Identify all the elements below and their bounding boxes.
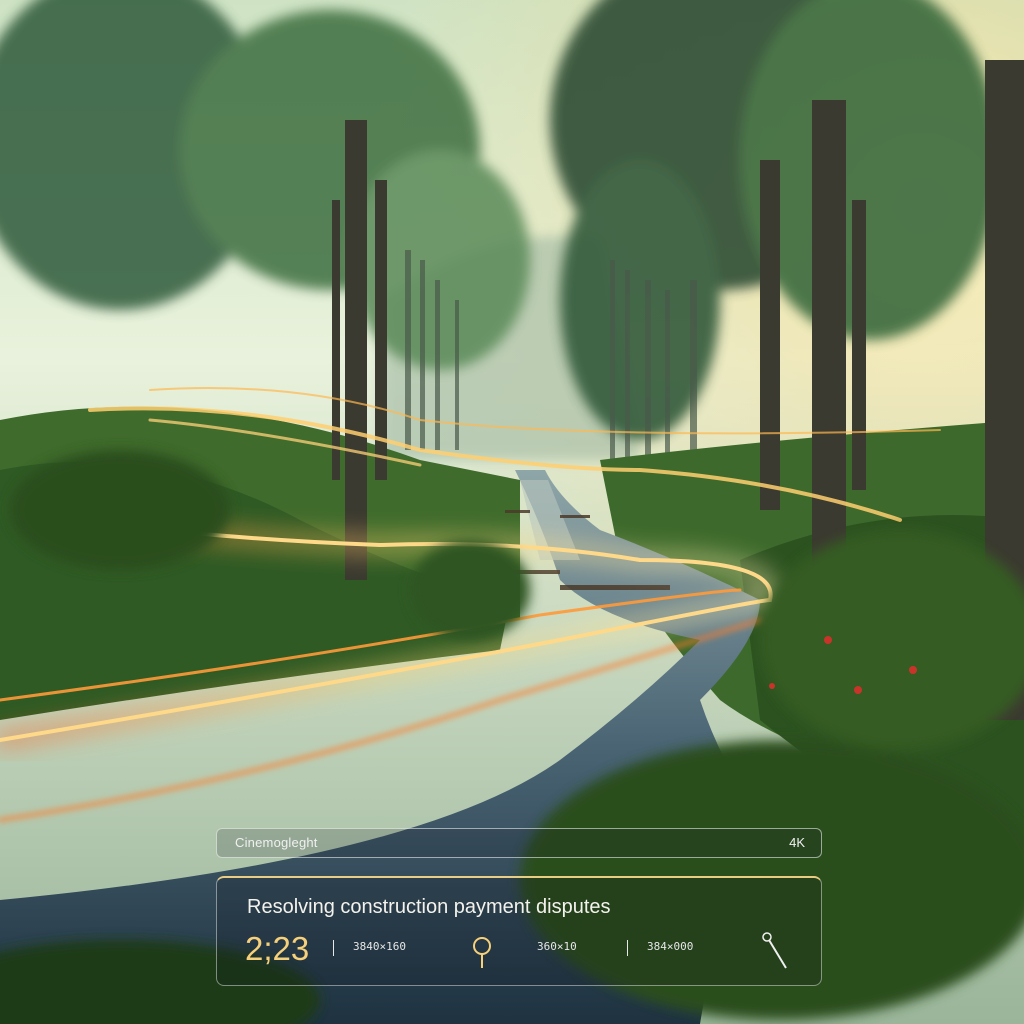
location-pin-icon[interactable] <box>471 936 493 970</box>
magic-wand-icon[interactable] <box>760 930 790 972</box>
resolution-badge: 4K <box>789 835 805 850</box>
video-title: Resolving construction payment disputes <box>247 896 611 918</box>
meta-value-1: 3840×160 <box>353 940 406 953</box>
separator <box>627 940 628 956</box>
meta-value-3: 384×000 <box>647 940 694 953</box>
brand-label: Cinemogleght <box>235 835 318 850</box>
separator <box>333 940 334 956</box>
video-info-panel: Resolving construction payment disputes … <box>216 876 822 986</box>
video-header-bar: Cinemogleght 4K <box>216 828 822 858</box>
meta-value-2: 360×10 <box>537 940 577 953</box>
forest-river-scene <box>0 0 1024 1024</box>
timestamp: 2;23 <box>245 930 310 967</box>
